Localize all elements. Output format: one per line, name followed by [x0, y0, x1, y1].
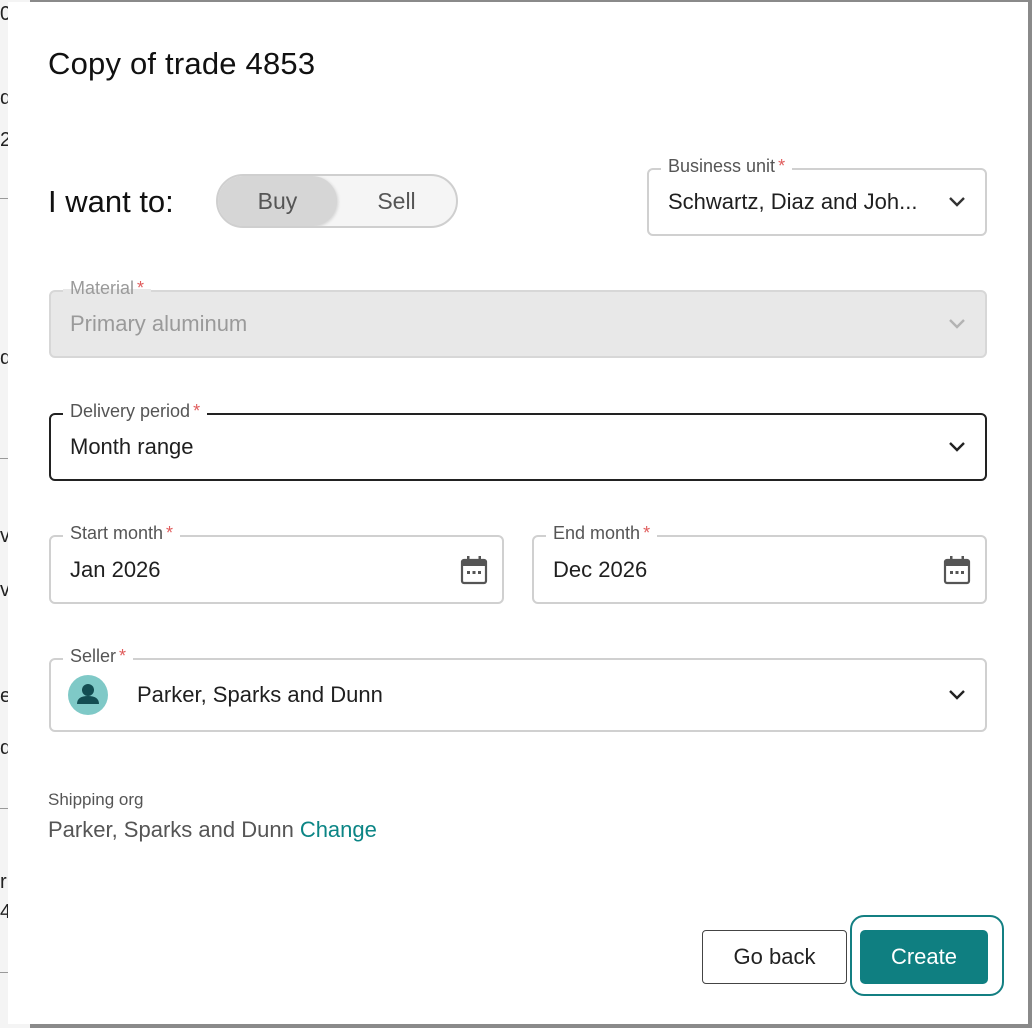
avatar [68, 675, 108, 715]
toggle-sell[interactable]: Sell [337, 176, 456, 226]
background-text: r [0, 871, 7, 893]
calendar-icon[interactable] [460, 555, 488, 585]
change-shipping-link[interactable]: Change [300, 817, 377, 842]
chevron-down-icon [949, 690, 965, 700]
dialog-title: Copy of trade 4853 [48, 46, 316, 81]
shipping-org-value: Parker, Sparks and Dunn Change [48, 817, 377, 843]
material-label: Material * [63, 277, 152, 299]
delivery-period-select[interactable]: Delivery period * Month range [49, 400, 987, 481]
business-unit-select[interactable]: Business unit * Schwartz, Diaz and Joh... [647, 155, 987, 236]
seller-value: Parker, Sparks and Dunn [137, 682, 383, 707]
start-month-label: Start month * [63, 522, 181, 544]
delivery-period-value: Month range [70, 434, 194, 459]
shipping-org-label: Shipping org [48, 790, 144, 809]
end-month-label: End month * [546, 522, 658, 544]
go-back-button[interactable]: Go back [702, 930, 847, 984]
start-month-field[interactable]: Start month * Jan 2026 [49, 522, 504, 604]
chevron-down-icon [949, 442, 965, 452]
delivery-period-label: Delivery period * [63, 400, 208, 422]
business-unit-label: Business unit * [661, 155, 793, 177]
shipping-org-name: Parker, Sparks and Dunn [48, 817, 294, 842]
seller-label: Seller * [63, 645, 134, 667]
seller-select[interactable]: Seller * Parker, Sparks and Dunn [49, 645, 987, 732]
business-unit-value: Schwartz, Diaz and Joh... [668, 189, 918, 214]
end-month-value: Dec 2026 [553, 556, 648, 582]
material-select: Material * Primary aluminum [49, 277, 987, 358]
start-month-value: Jan 2026 [70, 556, 161, 582]
person-icon [77, 684, 99, 704]
i-want-to-label: I want to: [48, 184, 174, 219]
chevron-down-icon [949, 197, 965, 207]
chevron-down-icon [949, 319, 965, 329]
create-button[interactable]: Create [860, 930, 988, 984]
toggle-buy[interactable]: Buy [218, 176, 337, 226]
buy-sell-toggle: Buy Sell [216, 174, 458, 228]
material-value: Primary aluminum [70, 311, 248, 336]
calendar-icon[interactable] [943, 555, 971, 585]
end-month-field[interactable]: End month * Dec 2026 [532, 522, 987, 604]
copy-trade-dialog: Copy of trade 4853 I want to: Buy Sell B… [8, 2, 1028, 1024]
